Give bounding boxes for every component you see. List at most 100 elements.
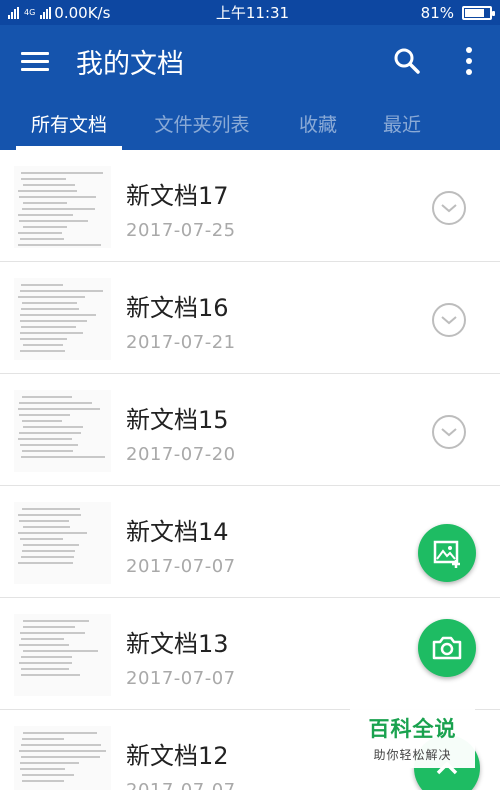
thumbnail-text-line	[23, 344, 63, 346]
thumbnail-text-line	[19, 402, 92, 404]
thumbnail-text-line	[22, 780, 64, 782]
document-date: 2017-07-07	[126, 780, 236, 790]
thumbnail-text-line	[23, 620, 89, 622]
document-thumbnail	[14, 726, 111, 790]
list-item[interactable]: 新文档15 2017-07-20	[0, 374, 500, 486]
thumbnail-text-line	[20, 338, 67, 340]
thumbnail-text-line	[22, 450, 73, 452]
thumbnail-text-line	[19, 644, 69, 646]
thumbnail-text-line	[18, 190, 77, 192]
watermark-logo: 百科全说 助你轻松解决	[350, 708, 475, 768]
thumbnail-text-line	[19, 662, 72, 664]
thumbnail-text-line	[18, 232, 62, 234]
list-item[interactable]: 新文档17 2017-07-25	[0, 150, 500, 262]
thumbnail-text-line	[21, 668, 69, 670]
thumbnail-text-line	[18, 408, 100, 410]
thumbnail-text-line	[21, 326, 76, 328]
thumbnail-text-line	[21, 456, 105, 458]
document-thumbnail	[14, 390, 111, 472]
thumbnail-text-line	[20, 632, 85, 634]
signal-icon	[8, 6, 19, 19]
chevron-down-icon[interactable]	[432, 191, 466, 225]
camera-button[interactable]	[418, 619, 476, 677]
thumbnail-text-line	[23, 184, 75, 186]
thumbnail-text-line	[21, 744, 101, 746]
thumbnail-text-line	[22, 420, 62, 422]
signal-icon-2	[40, 6, 52, 19]
thumbnail-text-line	[20, 332, 83, 334]
thumbnail-text-line	[22, 774, 74, 776]
watermark-subtitle: 助你轻松解决	[373, 748, 452, 762]
menu-icon[interactable]	[0, 25, 70, 97]
document-name: 新文档15	[126, 406, 229, 434]
thumbnail-text-line	[18, 562, 73, 564]
thumbnail-text-line	[23, 526, 70, 528]
thumbnail-text-line	[21, 756, 100, 758]
camera-icon	[432, 636, 462, 660]
thumbnail-text-line	[18, 532, 87, 534]
chevron-down-icon[interactable]	[432, 415, 466, 449]
thumbnail-text-line	[23, 626, 75, 628]
thumbnail-text-line	[20, 762, 79, 764]
thumbnail-text-line	[18, 514, 81, 516]
thumbnail-text-line	[21, 172, 103, 174]
gallery-button[interactable]	[418, 524, 476, 582]
document-date: 2017-07-20	[126, 444, 236, 465]
thumbnail-text-line	[21, 556, 74, 558]
tab-recent[interactable]: 最近	[382, 97, 422, 150]
document-name: 新文档16	[126, 294, 229, 322]
thumbnail-text-line	[23, 650, 98, 652]
thumbnail-text-line	[22, 208, 95, 210]
thumbnail-text-line	[21, 638, 64, 640]
thumbnail-text-line	[20, 768, 65, 770]
network-type: 4G	[24, 7, 36, 17]
gallery-icon	[433, 540, 460, 568]
document-name: 新文档14	[126, 518, 229, 546]
thumbnail-text-line	[22, 550, 75, 552]
document-date: 2017-07-07	[126, 556, 236, 577]
thumbnail-text-line	[20, 238, 64, 240]
thumbnail-text-line	[23, 732, 97, 734]
more-vert-icon[interactable]	[438, 25, 500, 97]
battery-fill	[465, 8, 484, 17]
thumbnail-text-line	[22, 738, 64, 740]
page-title: 我的文档	[76, 48, 184, 80]
thumbnail-text-line	[20, 314, 96, 316]
document-name: 新文档13	[126, 630, 229, 658]
thumbnail-text-line	[20, 320, 87, 322]
thumbnail-text-line	[21, 308, 79, 310]
document-thumbnail	[14, 166, 111, 248]
tab-favorites[interactable]: 收藏	[298, 97, 338, 150]
battery-icon	[462, 5, 495, 20]
tab-all-documents[interactable]: 所有文档	[16, 97, 122, 150]
search-icon[interactable]	[376, 25, 438, 97]
status-bar: 4G 0.00K/s 上午11:31 81%	[0, 0, 500, 25]
thumbnail-text-line	[19, 750, 106, 752]
network-speed: 0.00K/s	[54, 3, 111, 22]
list-item[interactable]: 新文档16 2017-07-21	[0, 262, 500, 374]
chevron-down-icon[interactable]	[432, 303, 466, 337]
thumbnail-text-line	[21, 674, 80, 676]
thumbnail-text-line	[19, 432, 81, 434]
status-right: 81%	[312, 4, 495, 22]
document-date: 2017-07-07	[126, 668, 236, 689]
thumbnail-text-line	[23, 226, 67, 228]
document-list: 新文档17 2017-07-25 新文档16 2017-07-21 新文档15 …	[0, 150, 500, 790]
thumbnail-text-line	[18, 244, 101, 246]
thumbnail-text-line	[21, 178, 66, 180]
thumbnail-text-line	[22, 508, 80, 510]
watermark-title: 百科全说	[368, 717, 457, 741]
thumbnail-text-line	[22, 302, 77, 304]
thumbnail-text-line	[19, 196, 96, 198]
thumbnail-text-line	[20, 350, 65, 352]
thumbnail-text-line	[19, 414, 70, 416]
tab-folder-list[interactable]: 文件夹列表	[154, 97, 250, 150]
document-date: 2017-07-21	[126, 332, 236, 353]
document-thumbnail	[14, 278, 111, 360]
thumbnail-text-line	[21, 656, 72, 658]
document-name: 新文档12	[126, 742, 229, 770]
document-date: 2017-07-25	[126, 220, 236, 241]
thumbnail-text-line	[18, 296, 85, 298]
thumbnail-text-line	[20, 290, 103, 292]
thumbnail-text-line	[20, 538, 63, 540]
